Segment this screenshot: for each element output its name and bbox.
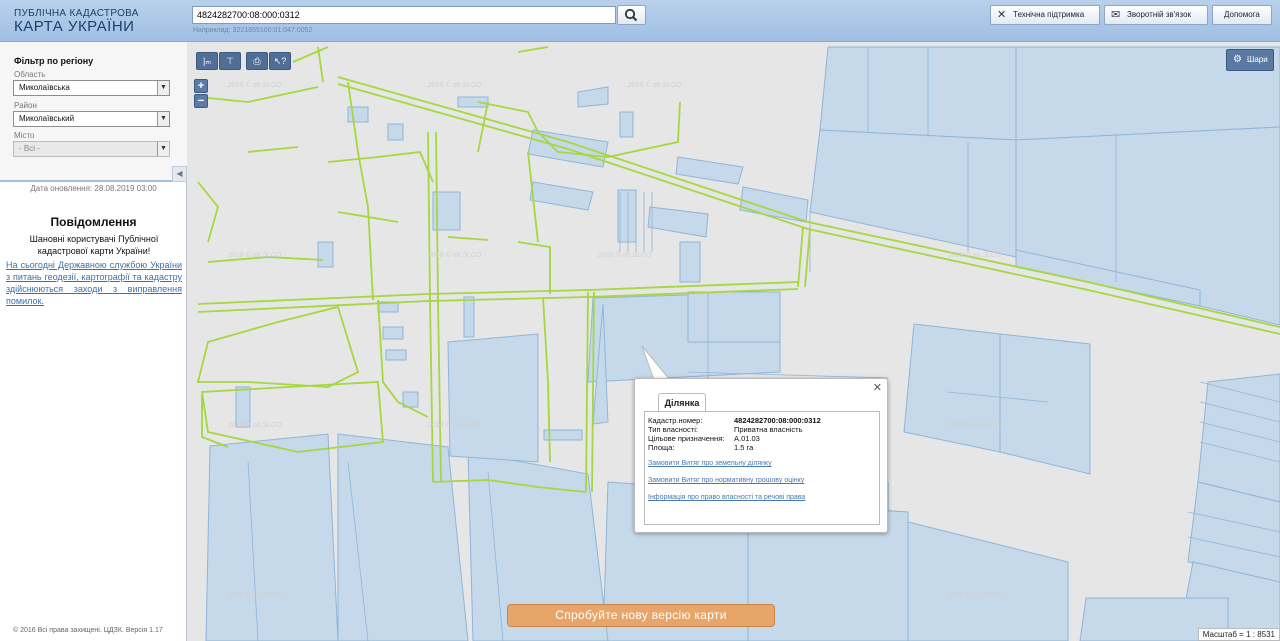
info-row: Кадастр.номер: 4824282700:08:000:0312 — [648, 416, 821, 425]
oblast-select[interactable]: Миколаївська ▼ — [13, 80, 170, 96]
collapse-sidebar-button[interactable]: ◀ — [172, 166, 187, 182]
info-value: Приватна власність — [734, 425, 803, 434]
feedback-label: Зворотній зв'язок — [1127, 10, 1192, 19]
feedback-button[interactable]: ✉ Зворотній зв'язок — [1104, 5, 1208, 25]
new-version-button[interactable]: Спробуйте нову версію карти — [507, 604, 775, 627]
city-value: - Всі - — [19, 144, 40, 153]
city-label: Місто — [14, 131, 35, 140]
zoom-in-button[interactable]: + — [194, 79, 208, 93]
update-date: Дата оновлення: 28.08.2019 03:00 — [30, 184, 157, 193]
map-watermark: 2018 © ob.SLCO — [948, 422, 1002, 429]
message-intro: Шановні користувачі Публічної кадастрово… — [29, 234, 159, 256]
zoom-out-button[interactable]: − — [194, 94, 208, 108]
map-watermark: 2018 © ob.SLCO — [228, 422, 282, 429]
help-button[interactable]: Допомога — [1212, 5, 1272, 25]
order-valuation-link[interactable]: Замовити Витяг про нормативну грошову оц… — [648, 477, 804, 484]
map-watermark: 2018 © ob.SLCO — [628, 82, 682, 89]
search-hint: Наприклад: 3221855100:01:047:0052 — [193, 27, 313, 34]
cursor-question-icon: ↖? — [273, 56, 287, 66]
info-value: 4824282700:08:000:0312 — [734, 416, 821, 425]
info-row: Цільове призначення: А.01.03 — [648, 434, 760, 443]
printer-icon: ⎙ — [253, 56, 261, 66]
logo-line2: КАРТА УКРАЇНИ — [14, 18, 135, 35]
map-watermark: 2018 © ob.SLCO — [428, 422, 482, 429]
ruler-icon: |ₘ — [203, 56, 211, 66]
info-row: Площа: 1.5 га — [648, 443, 753, 452]
map-watermark: 2018 © ob.SLCO — [228, 82, 282, 89]
chevron-down-icon: ▼ — [157, 112, 169, 126]
gear-icon: ⚙ — [1233, 54, 1242, 65]
filter-title: Фільтр по регіону — [14, 56, 94, 66]
search-icon — [624, 8, 638, 22]
layers-button[interactable]: ⚙ Шари — [1226, 49, 1274, 71]
chevron-down-icon: ▼ — [157, 142, 169, 156]
tab-parcel[interactable]: Ділянка — [658, 393, 706, 412]
parcels — [205, 46, 1280, 641]
scale-indicator: Масштаб = 1 : 8531 — [1197, 628, 1280, 641]
map-watermark: 2018 © ob.SLCO — [428, 82, 482, 89]
rayon-select[interactable]: Миколаївський ▼ — [13, 111, 170, 127]
map-watermark: 2018 © ob.SLCO — [948, 252, 1002, 259]
map-canvas[interactable] — [188, 42, 1280, 641]
city-select[interactable]: - Всі - ▼ — [13, 141, 170, 157]
parcel-info-popup: ✕ Ділянка Кадастр.номер: 4824282700:08:00… — [634, 378, 888, 533]
map-watermark: 2018 © ob.SLCO — [598, 252, 652, 259]
popup-body: Кадастр.номер: 4824282700:08:000:0312 Тип… — [644, 411, 880, 525]
copyright: © 2016 Всі права захищені. ЦДЗК. Версія … — [13, 627, 163, 634]
tools-icon: ✕ — [997, 9, 1007, 21]
layers-label: Шари — [1247, 55, 1268, 64]
map-watermark: 2018 © ob.SLCO — [428, 252, 482, 259]
rayon-label: Район — [14, 101, 37, 110]
info-row: Тип власності: Приватна власність — [648, 425, 803, 434]
header: ПУБЛІЧНА КАДАСТРОВА КАРТА УКРАЇНИ Наприк… — [0, 0, 1280, 42]
map-watermark: 2018 © ob.SLCO — [948, 592, 1002, 599]
oblast-value: Миколаївська — [19, 83, 70, 92]
info-value: 1.5 га — [734, 443, 754, 452]
info-label: Цільове призначення: — [648, 434, 725, 443]
ownership-info-link[interactable]: Інформація про право власності та речові… — [648, 494, 805, 501]
region-filter: Фільтр по регіону Область Миколаївська ▼… — [0, 42, 187, 182]
message-title: Повідомлення — [50, 215, 137, 229]
help-label: Допомога — [1224, 10, 1260, 19]
message-link[interactable]: На сьогодні Державною службою України з … — [6, 259, 182, 307]
map-watermark: 2018 © ob.SLCO — [228, 592, 282, 599]
envelope-icon: ✉ — [1111, 9, 1121, 21]
print-button[interactable]: ⎙ — [246, 52, 268, 70]
sidebar: Фільтр по регіону Область Миколаївська ▼… — [0, 42, 187, 641]
info-label: Площа: — [648, 443, 675, 452]
info-value: А.01.03 — [734, 434, 760, 443]
map-watermark: 2018 © ob.SLCO — [228, 252, 282, 259]
support-button[interactable]: ✕ Технічна підтримка — [990, 5, 1100, 25]
measure-distance-button[interactable]: |ₘ — [196, 52, 218, 70]
measure-area-button[interactable]: ⊤ — [219, 52, 241, 70]
info-label: Тип власності: — [648, 425, 698, 434]
rayon-value: Миколаївський — [19, 114, 75, 123]
chevron-down-icon: ▼ — [157, 81, 169, 95]
close-icon[interactable]: ✕ — [873, 381, 882, 394]
area-icon: ⊤ — [226, 56, 234, 66]
info-label: Кадастр.номер: — [648, 416, 703, 425]
oblast-label: Область — [14, 70, 46, 79]
search-input[interactable] — [192, 6, 616, 24]
order-extract-link[interactable]: Замовити Витяг про земельну ділянку — [648, 460, 772, 467]
support-label: Технічна підтримка — [1013, 10, 1085, 19]
identify-button[interactable]: ↖? — [269, 52, 291, 70]
map-area[interactable]: 2018 © ob.SLCO 2018 © ob.SLCO 2018 © ob.… — [188, 42, 1280, 641]
search-button[interactable] — [617, 5, 646, 25]
